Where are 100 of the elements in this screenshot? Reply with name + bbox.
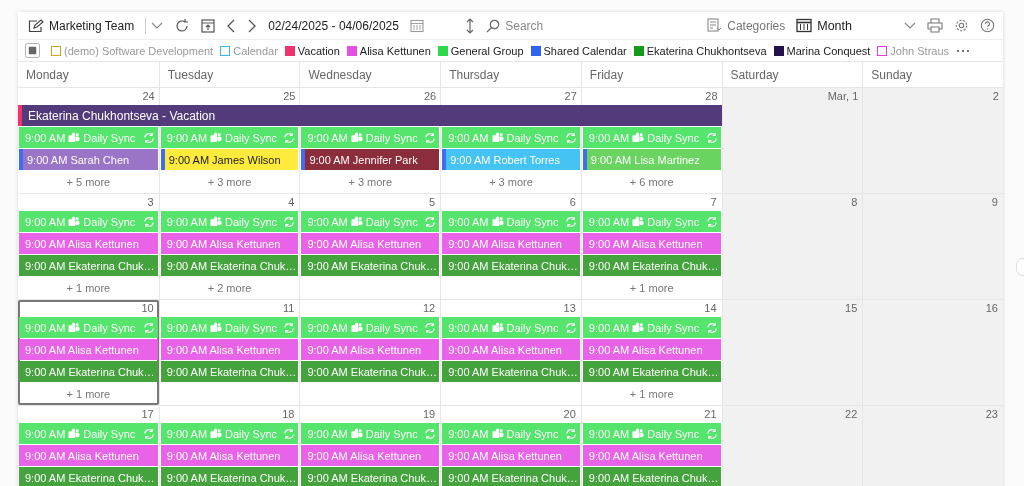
event[interactable]: 9:00 AM Ekaterina Chuk… — [301, 361, 440, 382]
calendar-filter[interactable]: Vacation — [284, 44, 340, 57]
day-cell[interactable]: 9:00 AM Daily Sync 9:00 AM Lisa Martinez + 6 more — [580, 127, 722, 193]
previous-icon[interactable] — [226, 18, 237, 33]
day-cell[interactable]: 9:00 AM Daily Sync 9:00 AM Robert Torres + 3 more — [440, 127, 581, 193]
event[interactable]: 9:00 AM Daily Sync — [160, 211, 299, 232]
event[interactable]: 9:00 AM Alisa Kettunen — [301, 339, 440, 360]
event[interactable]: 9:00 AM Ekaterina Chuk… — [442, 361, 580, 382]
today-icon[interactable] — [201, 18, 216, 33]
event[interactable]: 9:00 AM Ekaterina Chuk… — [582, 467, 721, 486]
day-cell[interactable]: 9:00 AM Daily Sync 9:00 AM Jennifer Park + 3 more — [299, 127, 441, 193]
event[interactable]: 9:00 AM Ekaterina Chuk… — [160, 467, 299, 486]
next-icon[interactable] — [247, 18, 258, 33]
event[interactable]: 9:00 AM James Wilson — [160, 149, 299, 170]
more-link[interactable]: + 1 more — [66, 388, 111, 400]
event[interactable]: 9:00 AM Daily Sync — [442, 211, 580, 232]
calendar-filter[interactable]: John Straus — [877, 44, 950, 57]
more-link[interactable]: + 5 more — [66, 176, 111, 188]
event[interactable]: 9:00 AM Alisa Kettunen — [19, 445, 158, 466]
day-cell[interactable]: 13 9:00 AM Daily Sync 9:00 AM Alisa Kettunen 9:00 AM Ekaterina Chuk… — [440, 300, 581, 405]
event[interactable]: 9:00 AM Daily Sync — [582, 127, 721, 148]
settings-icon[interactable] — [954, 18, 969, 33]
event[interactable]: 9:00 AM Alisa Kettunen — [442, 339, 580, 360]
more-link[interactable]: + 6 more — [629, 176, 674, 188]
day-cell[interactable]: 4 9:00 AM Daily Sync 9:00 AM Alisa Kettunen 9:00 AM Ekaterina Chuk… + 2 more — [158, 194, 300, 299]
toggle-all-icon[interactable] — [25, 43, 40, 58]
categories-button[interactable]: Categories — [707, 18, 786, 33]
event[interactable]: 9:00 AM Daily Sync — [301, 423, 440, 444]
day-cell[interactable]: 21 9:00 AM Daily Sync 9:00 AM Alisa Kettunen 9:00 AM Ekaterina Chuk… — [580, 406, 722, 486]
event[interactable]: 9:00 AM Alisa Kettunen — [19, 339, 158, 360]
more-link[interactable]: + 1 more — [66, 282, 111, 294]
day-cell[interactable]: 20 9:00 AM Daily Sync 9:00 AM Alisa Kettunen 9:00 AM Ekaterina Chuk… — [440, 406, 581, 486]
event[interactable]: 9:00 AM Ekaterina Chuk… — [582, 255, 721, 276]
resize-icon[interactable] — [465, 16, 476, 35]
day-cell[interactable]: 14 9:00 AM Daily Sync 9:00 AM Alisa Kettunen 9:00 AM Ekaterina Chuk… + 1 more — [580, 300, 722, 405]
event[interactable]: 9:00 AM Sarah Chen — [19, 149, 158, 170]
event[interactable]: 9:00 AM Daily Sync — [301, 211, 440, 232]
day-cell[interactable]: 6 9:00 AM Daily Sync 9:00 AM Alisa Kettunen 9:00 AM Ekaterina Chuk… — [440, 194, 581, 299]
day-cell[interactable]: 10 9:00 AM Daily Sync 9:00 AM Alisa Kettunen 9:00 AM Ekaterina Chuk… + 1 more — [18, 300, 159, 405]
event[interactable]: 9:00 AM Daily Sync — [19, 423, 158, 444]
day-cell[interactable]: 22 — [721, 406, 863, 486]
calendar-filter[interactable]: (demo) Software Development — [51, 44, 214, 57]
print-icon[interactable] — [927, 18, 943, 33]
event[interactable]: 9:00 AM Daily Sync — [442, 423, 580, 444]
calendar-filter[interactable]: Ekaterina Chukhontseva — [633, 44, 767, 57]
event[interactable]: 9:00 AM Daily Sync — [160, 423, 299, 444]
event[interactable]: 9:00 AM Daily Sync — [19, 317, 158, 338]
event[interactable]: 9:00 AM Alisa Kettunen — [582, 339, 721, 360]
event[interactable]: 9:00 AM Alisa Kettunen — [160, 233, 299, 254]
event[interactable]: 9:00 AM Daily Sync — [582, 423, 721, 444]
event[interactable]: 9:00 AM Daily Sync — [160, 317, 299, 338]
event[interactable]: 9:00 AM Daily Sync — [442, 127, 580, 148]
event[interactable]: 9:00 AM Ekaterina Chuk… — [301, 467, 440, 486]
more-link[interactable]: + 3 more — [207, 176, 252, 188]
day-cell[interactable]: 9:00 AM Daily Sync 9:00 AM James Wilson + 3 more — [158, 127, 300, 193]
chevron-down-icon[interactable] — [151, 21, 164, 30]
event[interactable]: 9:00 AM Daily Sync — [19, 211, 158, 232]
event[interactable]: 9:00 AM Ekaterina Chuk… — [160, 255, 299, 276]
event[interactable]: 9:00 AM Alisa Kettunen — [160, 445, 299, 466]
day-cell[interactable]: 7 9:00 AM Daily Sync 9:00 AM Alisa Kettunen 9:00 AM Ekaterina Chuk… + 1 more — [580, 194, 722, 299]
event[interactable]: 9:00 AM Daily Sync — [582, 317, 721, 338]
event[interactable]: 9:00 AM Ekaterina Chuk… — [19, 361, 158, 382]
event[interactable]: 9:00 AM Alisa Kettunen — [301, 445, 440, 466]
event[interactable]: 9:00 AM Ekaterina Chuk… — [301, 255, 440, 276]
day-cell[interactable]: 12 9:00 AM Daily Sync 9:00 AM Alisa Kettunen 9:00 AM Ekaterina Chuk… — [299, 300, 441, 405]
event[interactable]: 9:00 AM Daily Sync — [301, 127, 440, 148]
day-cell[interactable]: 19 9:00 AM Daily Sync 9:00 AM Alisa Kettunen 9:00 AM Ekaterina Chuk… — [299, 406, 441, 486]
event[interactable]: 9:00 AM Jennifer Park — [301, 149, 440, 170]
event[interactable]: 9:00 AM Ekaterina Chuk… — [442, 255, 580, 276]
event[interactable]: 9:00 AM Alisa Kettunen — [19, 233, 158, 254]
event[interactable]: 9:00 AM Alisa Kettunen — [160, 339, 299, 360]
day-cell[interactable]: 11 9:00 AM Daily Sync 9:00 AM Alisa Kettunen 9:00 AM Ekaterina Chuk… — [158, 300, 300, 405]
event[interactable]: 9:00 AM Ekaterina Chuk… — [19, 255, 158, 276]
event[interactable]: 9:00 AM Alisa Kettunen — [582, 233, 721, 254]
day-cell[interactable]: 17 9:00 AM Daily Sync 9:00 AM Alisa Kettunen 9:00 AM Ekaterina Chuk… — [18, 406, 159, 486]
event[interactable]: 9:00 AM Ekaterina Chuk… — [160, 361, 299, 382]
day-cell[interactable]: 23 — [862, 406, 1003, 486]
event[interactable]: 9:00 AM Ekaterina Chuk… — [582, 361, 721, 382]
view-button[interactable]: Month — [796, 18, 852, 33]
calendar-filter[interactable]: General Group — [437, 44, 524, 57]
calendar-filter[interactable]: Calendar — [220, 44, 278, 57]
more-link[interactable]: + 2 more — [207, 282, 252, 294]
calendar-filter[interactable]: Shared Calendar — [530, 44, 627, 57]
more-icon[interactable] — [956, 48, 971, 53]
day-cell[interactable]: 16 — [862, 300, 1003, 405]
day-cell[interactable] — [721, 127, 863, 193]
day-cell[interactable]: 5 9:00 AM Daily Sync 9:00 AM Alisa Kettunen 9:00 AM Ekaterina Chuk… — [299, 194, 441, 299]
calendar-filter[interactable]: Alisa Kettunen — [346, 44, 431, 57]
day-cell[interactable]: 9 — [862, 194, 1003, 299]
event[interactable]: 9:00 AM Alisa Kettunen — [442, 233, 580, 254]
day-cell[interactable]: 18 9:00 AM Daily Sync 9:00 AM Alisa Kettunen 9:00 AM Ekaterina Chuk… — [158, 406, 300, 486]
day-cell[interactable]: 3 9:00 AM Daily Sync 9:00 AM Alisa Kettunen 9:00 AM Ekaterina Chuk… + 1 more — [18, 194, 159, 299]
team-button[interactable]: Marketing Team — [28, 18, 135, 33]
event[interactable]: 9:00 AM Daily Sync — [442, 317, 580, 338]
chevron-down-icon[interactable] — [904, 21, 916, 30]
day-cell[interactable]: 15 — [721, 300, 863, 405]
event[interactable]: 9:00 AM Alisa Kettunen — [301, 233, 440, 254]
day-cell[interactable]: 8 — [721, 194, 863, 299]
event[interactable]: 9:00 AM Robert Torres — [442, 149, 580, 170]
event[interactable]: 9:00 AM Lisa Martinez — [582, 149, 721, 170]
